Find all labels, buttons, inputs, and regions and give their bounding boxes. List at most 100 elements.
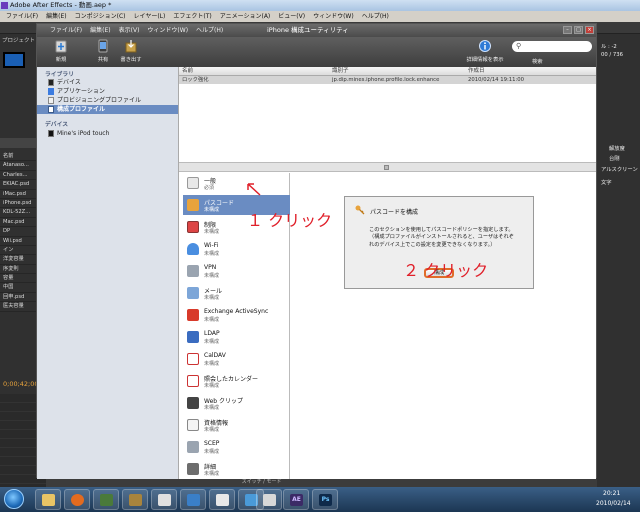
ae-menu-composition[interactable]: コンポジション(C) bbox=[75, 11, 126, 22]
payload-vpn[interactable]: VPN 未構成 bbox=[183, 261, 290, 281]
payload-wifi[interactable]: Wi-Fi 未構成 bbox=[183, 239, 290, 259]
sidebar: ライブラリ デバイス アプリケーション プロビジョニングプロファイル 構成プロフ… bbox=[37, 67, 179, 479]
menu-file[interactable]: ファイル(F) bbox=[50, 24, 82, 37]
photoshop-icon: Ps bbox=[319, 494, 332, 506]
payload-web-clip[interactable]: Web クリップ 未構成 bbox=[183, 393, 290, 413]
column-header-created[interactable]: 作成日 bbox=[468, 67, 485, 76]
new-button[interactable]: 新規 bbox=[47, 39, 75, 63]
taskbar-app-5[interactable] bbox=[151, 489, 177, 510]
payload-status: 未構成 bbox=[204, 339, 220, 345]
payload-name: Exchange ActiveSync bbox=[204, 308, 269, 315]
ae-menu-view[interactable]: ビュー(V) bbox=[278, 11, 305, 22]
ae-timecode[interactable]: 0;00;42;00 bbox=[3, 380, 39, 388]
taskbar-app-6[interactable] bbox=[180, 489, 206, 510]
start-button[interactable] bbox=[4, 489, 24, 509]
taskbar-app-4[interactable] bbox=[122, 489, 148, 510]
taskbar-explorer[interactable] bbox=[35, 489, 61, 510]
splitter-grip-icon[interactable] bbox=[384, 165, 389, 170]
app-icon bbox=[187, 494, 200, 506]
payload-scep[interactable]: SCEP 未構成 bbox=[183, 437, 290, 457]
payload-status: 未構成 bbox=[204, 207, 220, 213]
payload-status: 必須 bbox=[204, 185, 215, 191]
ae-project-tab[interactable]: プロジェクト bbox=[2, 36, 35, 44]
ae-menu-animation[interactable]: アニメーション(A) bbox=[220, 11, 271, 22]
payload-status: 未構成 bbox=[204, 383, 220, 389]
taskbar-app-3[interactable] bbox=[93, 489, 119, 510]
ae-menu-file[interactable]: ファイル(F) bbox=[6, 11, 38, 22]
ae-switch-mode-bar[interactable]: スイッチ / モード bbox=[46, 478, 597, 487]
payload-status: 未構成 bbox=[204, 471, 220, 477]
firefox-icon bbox=[71, 494, 84, 506]
column-header-identifier[interactable]: 識別子 bbox=[332, 67, 349, 76]
payload-caldav[interactable]: CalDAV 未構成 bbox=[183, 349, 290, 369]
credentials-icon bbox=[187, 419, 199, 431]
sidebar-item-applications[interactable]: アプリケーション bbox=[45, 87, 179, 96]
sidebar-item-devices[interactable]: デバイス bbox=[45, 78, 179, 87]
sidebar-item-ipod-touch[interactable]: Mine's iPod touch bbox=[45, 129, 179, 138]
ae-title-bar: Adobe After Effects - 動画.aep * bbox=[0, 0, 640, 11]
export-button-label: 書き出す bbox=[120, 57, 142, 63]
taskbar-app-7[interactable] bbox=[209, 489, 235, 510]
ae-menu-effect[interactable]: エフェクト(T) bbox=[173, 11, 211, 22]
search-input[interactable]: ⚲ bbox=[512, 41, 592, 52]
payload-advanced[interactable]: 詳細 未構成 bbox=[183, 459, 290, 479]
general-icon bbox=[187, 177, 199, 189]
sidebar-item-provisioning-profiles[interactable]: プロビジョニングプロファイル bbox=[45, 96, 179, 105]
payload-exchange[interactable]: Exchange ActiveSync 未構成 bbox=[183, 305, 290, 325]
ae-menu-layer[interactable]: レイヤー(L) bbox=[134, 11, 166, 22]
ae-menu-edit[interactable]: 編集(E) bbox=[46, 11, 66, 22]
payload-ldap[interactable]: LDAP 未構成 bbox=[183, 327, 290, 347]
ae-app-icon bbox=[1, 2, 8, 9]
scep-icon bbox=[187, 441, 199, 453]
clock-time[interactable]: 20:21 bbox=[603, 490, 620, 497]
menu-edit[interactable]: 編集(E) bbox=[90, 24, 110, 37]
ae-menu-help[interactable]: ヘルプ(H) bbox=[362, 11, 389, 22]
share-button[interactable]: 共有 bbox=[89, 39, 117, 63]
window-titlebar[interactable]: ファイル(F) 編集(E) 表示(V) ウィンドウ(W) ヘルプ(H) iPho… bbox=[37, 24, 596, 37]
table-row[interactable]: ロック強化 jp.dip.mines.iphone.profile.lock.e… bbox=[179, 76, 596, 84]
search-icon: ⚲ bbox=[516, 42, 522, 50]
window-controls: – □ × bbox=[563, 26, 594, 34]
sidebar-item-configuration-profiles[interactable]: 構成プロファイル bbox=[37, 105, 178, 114]
menu-help[interactable]: ヘルプ(H) bbox=[196, 24, 223, 37]
window-menubar: ファイル(F) 編集(E) 表示(V) ウィンドウ(W) ヘルプ(H) bbox=[50, 24, 223, 37]
payload-credentials[interactable]: 資格情報 未構成 bbox=[183, 415, 290, 435]
menu-window[interactable]: ウィンドウ(W) bbox=[147, 24, 188, 37]
taskbar-after-effects[interactable]: AE bbox=[283, 489, 309, 510]
payload-mail[interactable]: メール 未構成 bbox=[183, 283, 290, 303]
column-header-name[interactable]: 名前 bbox=[182, 67, 193, 76]
share-button-label: 共有 bbox=[97, 57, 109, 63]
annotation-click-1: １ クリック bbox=[247, 211, 333, 230]
info-icon bbox=[479, 40, 491, 52]
payload-general[interactable]: 一般 必須 bbox=[183, 173, 290, 193]
sidebar-item-label: デバイス bbox=[57, 79, 81, 86]
show-detail-button[interactable]: 詳細情報を表示 bbox=[465, 39, 505, 63]
minimize-button[interactable]: – bbox=[563, 26, 572, 34]
taskbar-photoshop[interactable]: Ps bbox=[312, 489, 338, 510]
payload-subscribed-calendar[interactable]: 照会したカレンダー 未構成 bbox=[183, 371, 290, 391]
web-clip-icon bbox=[187, 397, 199, 409]
ae-menu-window[interactable]: ウィンドウ(W) bbox=[313, 11, 354, 22]
subscribed-calendar-icon bbox=[187, 375, 199, 387]
payload-name: VPN bbox=[204, 264, 217, 271]
taskbar-firefox[interactable] bbox=[64, 489, 90, 510]
taskbar-app-9[interactable] bbox=[256, 489, 282, 510]
profile-table-header: 名前 識別子 作成日 bbox=[179, 67, 596, 76]
application-icon bbox=[48, 88, 54, 95]
maximize-button[interactable]: □ bbox=[574, 26, 583, 34]
ae-panel-label: 解放度 bbox=[609, 146, 625, 152]
clock-date[interactable]: 2010/02/14 bbox=[596, 500, 631, 507]
configure-description: このセクションを使用してパスコードポリシーを指定します。（構成プロファイルがイン… bbox=[369, 227, 514, 248]
configuration-profile-icon bbox=[48, 106, 54, 113]
close-button[interactable]: × bbox=[585, 26, 594, 34]
payload-status: 未構成 bbox=[204, 229, 220, 235]
sidebar-item-label: アプリケーション bbox=[57, 88, 105, 95]
device-icon bbox=[48, 79, 54, 86]
ae-info-text: ル : -2 bbox=[601, 44, 617, 50]
iphone-config-window: ファイル(F) 編集(E) 表示(V) ウィンドウ(W) ヘルプ(H) iPho… bbox=[36, 23, 597, 479]
ae-menubar: ファイル(F) 編集(E) コンポジション(C) レイヤー(L) エフェクト(T… bbox=[0, 11, 640, 22]
pane-splitter[interactable] bbox=[179, 162, 596, 172]
sidebar-item-label: プロビジョニングプロファイル bbox=[57, 97, 142, 104]
menu-view[interactable]: 表示(V) bbox=[119, 24, 140, 37]
export-button[interactable]: 書き出す bbox=[117, 39, 145, 63]
